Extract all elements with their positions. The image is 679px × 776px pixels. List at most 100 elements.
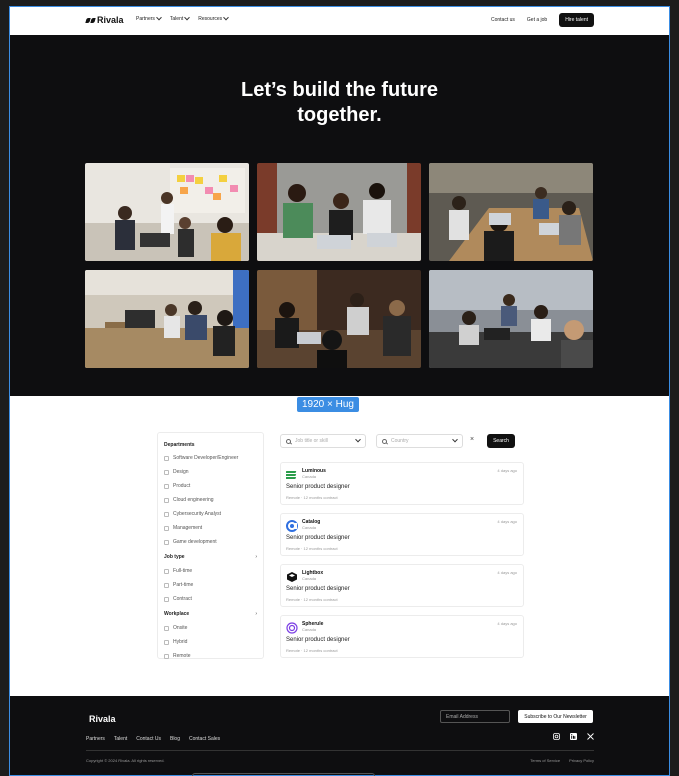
country-select[interactable]: Country xyxy=(376,434,463,448)
job-card[interactable]: Luminous Canada 4 days ago Senior produc… xyxy=(280,462,524,505)
team-photo xyxy=(85,270,249,368)
checkbox[interactable] xyxy=(164,497,169,503)
get-job-link[interactable]: Get a job xyxy=(527,17,547,23)
nav-item-partners[interactable]: Partners xyxy=(136,14,162,22)
chevron-right-icon[interactable]: › xyxy=(255,554,257,560)
brand-logo[interactable]: Rivala xyxy=(85,15,124,25)
filter-option[interactable]: Cloud engineering xyxy=(164,497,214,503)
hire-talent-button[interactable]: Hire talent xyxy=(559,13,594,27)
filter-option-label: Cloud engineering xyxy=(173,497,214,503)
clear-icon[interactable]: × xyxy=(470,436,474,443)
job-title[interactable]: Senior product designer xyxy=(286,586,350,592)
filter-option-label: Hybrid xyxy=(173,639,188,645)
footer-link[interactable]: Blog xyxy=(170,736,180,742)
checkbox[interactable] xyxy=(164,483,169,489)
filter-option-label: Management xyxy=(173,525,203,531)
job-title[interactable]: Senior product designer xyxy=(286,637,350,643)
filter-option[interactable]: Management xyxy=(164,525,202,531)
filter-option-label: Product xyxy=(173,483,191,489)
team-photo xyxy=(85,163,249,261)
instagram-icon[interactable] xyxy=(553,733,560,740)
filter-option[interactable]: Cybersecurity Analyst xyxy=(164,511,221,517)
hero-section: Let’s build the future together. xyxy=(10,35,669,396)
job-search-input[interactable]: Job title or skill xyxy=(280,434,366,448)
nav-item-label: Talent xyxy=(169,16,184,22)
filter-panel: Departments Software Developer/Engineer … xyxy=(157,432,264,659)
hero-title-line: together. xyxy=(297,104,382,126)
chevron-down-icon xyxy=(223,14,229,21)
filter-option-label: Cybersecurity Analyst xyxy=(173,511,222,517)
footer-links: Partners Talent Contact Us Blog Contact … xyxy=(86,736,220,742)
filter-option-label: Remote xyxy=(173,653,191,659)
brand-name: Rivala xyxy=(89,714,116,724)
filter-option-label: Part-time xyxy=(173,582,194,588)
search-button[interactable]: Search xyxy=(487,434,515,448)
checkbox[interactable] xyxy=(164,582,169,588)
nav-item-label: Resources xyxy=(198,16,223,22)
job-card[interactable]: Lightbox Canada 4 days ago Senior produc… xyxy=(280,564,524,607)
checkbox[interactable] xyxy=(164,639,169,645)
filter-option-label: Software Developer/Engineer xyxy=(173,455,239,461)
nav-item-label: Partners xyxy=(136,16,155,22)
frame-size-label: 1920 × Hug xyxy=(297,397,359,412)
chevron-down-icon xyxy=(452,436,458,443)
x-twitter-icon[interactable] xyxy=(587,733,594,740)
footer: Rivala Email Address Subscribe to Our Ne… xyxy=(10,696,669,775)
top-nav: Rivala Partners Talent Resources Contact… xyxy=(10,7,669,35)
checkbox[interactable] xyxy=(164,539,169,545)
workplace-heading[interactable]: Workplace xyxy=(164,611,189,617)
filter-option[interactable]: Product xyxy=(164,483,190,489)
checkbox[interactable] xyxy=(164,653,169,659)
checkbox[interactable] xyxy=(164,596,169,602)
checkbox[interactable] xyxy=(164,568,169,574)
filter-option[interactable]: Onsite xyxy=(164,625,187,631)
nav-item-talent[interactable]: Talent xyxy=(169,14,191,22)
footer-link[interactable]: Contact Sales xyxy=(189,736,220,742)
job-card[interactable]: Catalog Canada 4 days ago Senior product… xyxy=(280,513,524,556)
chevron-right-icon[interactable]: › xyxy=(255,611,257,617)
legal-links: Terms of Service Privacy Policy xyxy=(530,758,594,763)
footer-logo[interactable]: Rivala xyxy=(86,714,116,724)
privacy-link[interactable]: Privacy Policy xyxy=(569,758,594,763)
copyright-text: Copyright © 2024 Rivala. All rights rese… xyxy=(86,758,165,763)
company-location: Canada xyxy=(302,525,317,530)
job-meta: Remote · 12 months contract xyxy=(286,648,338,653)
filter-option-label: Contract xyxy=(173,596,192,602)
filter-option[interactable]: Hybrid xyxy=(164,639,187,645)
filter-option[interactable]: Game development xyxy=(164,539,217,545)
contact-us-link[interactable]: Contact us xyxy=(491,17,515,23)
search-icon xyxy=(382,438,387,444)
filter-option[interactable]: Design xyxy=(164,469,189,475)
linkedin-icon[interactable] xyxy=(570,733,577,740)
filter-option[interactable]: Part-time xyxy=(164,582,193,588)
nav-menu: Partners Talent Resources xyxy=(136,14,229,22)
terms-link[interactable]: Terms of Service xyxy=(530,758,560,763)
filter-option-label: Game development xyxy=(173,539,217,545)
checkbox[interactable] xyxy=(164,511,169,517)
checkbox[interactable] xyxy=(164,525,169,531)
filter-option[interactable]: Full-time xyxy=(164,568,192,574)
newsletter-email-input[interactable]: Email Address xyxy=(440,710,510,723)
company-logo xyxy=(286,469,298,481)
checkbox[interactable] xyxy=(164,469,169,475)
job-type-heading[interactable]: Job type xyxy=(164,554,185,560)
checkbox[interactable] xyxy=(164,455,169,461)
filter-option-label: Full-time xyxy=(173,568,193,574)
job-card[interactable]: Spherule Canada 4 days ago Senior produc… xyxy=(280,615,524,658)
job-search-placeholder: Job title or skill xyxy=(295,438,328,444)
filter-option[interactable]: Remote xyxy=(164,653,191,659)
chevron-down-icon xyxy=(184,14,191,21)
brand-name: Rivala xyxy=(97,15,124,25)
posted-time: 4 days ago xyxy=(497,519,517,524)
nav-item-resources[interactable]: Resources xyxy=(198,14,229,22)
footer-link[interactable]: Talent xyxy=(114,736,127,742)
footer-link[interactable]: Contact Us xyxy=(136,736,161,742)
job-title[interactable]: Senior product designer xyxy=(286,535,350,541)
posted-time: 4 days ago xyxy=(497,468,517,473)
job-title[interactable]: Senior product designer xyxy=(286,484,350,490)
subscribe-button[interactable]: Subscribe to Our Newsletter xyxy=(518,710,593,723)
filter-option[interactable]: Contract xyxy=(164,596,192,602)
footer-link[interactable]: Partners xyxy=(86,736,105,742)
checkbox[interactable] xyxy=(164,625,169,631)
filter-option[interactable]: Software Developer/Engineer xyxy=(164,455,238,461)
